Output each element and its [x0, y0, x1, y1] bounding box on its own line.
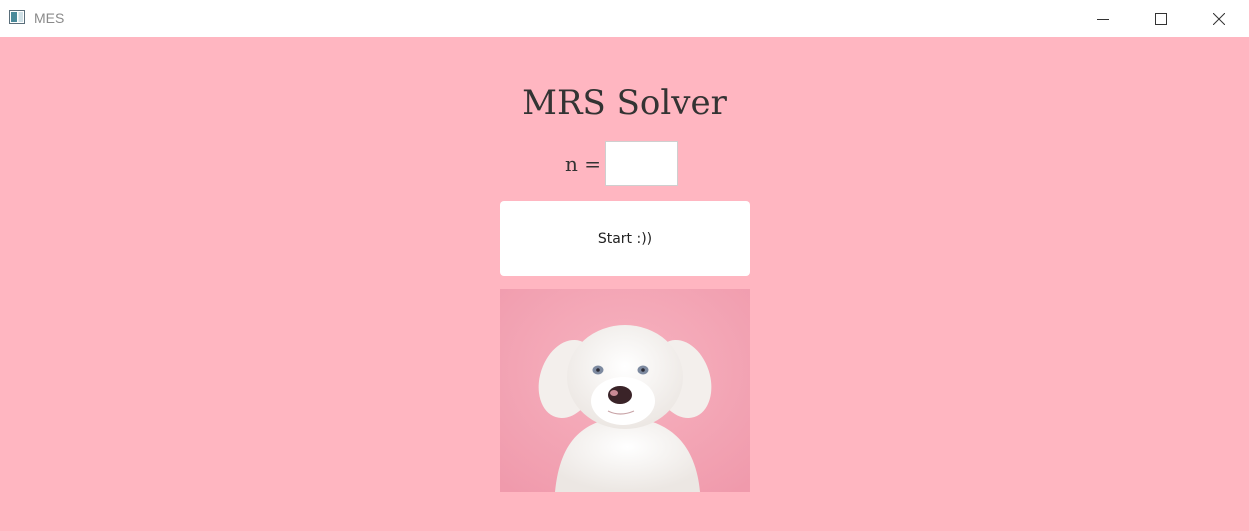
- n-label: n =: [565, 152, 601, 176]
- app-icon: [9, 10, 25, 24]
- n-input[interactable]: [605, 141, 678, 186]
- window-title: MES: [34, 10, 65, 26]
- minimize-button[interactable]: [1074, 0, 1132, 37]
- page-title: MRS Solver: [522, 83, 727, 123]
- minimize-icon: [1097, 18, 1109, 20]
- title-bar[interactable]: MES: [0, 0, 1249, 37]
- puppy-illustration: [500, 289, 750, 492]
- puppy-image: [500, 289, 750, 492]
- close-icon: [1213, 12, 1225, 25]
- app-window: MES MRS Solver n = Start :)): [0, 0, 1249, 531]
- maximize-icon: [1155, 12, 1167, 25]
- start-button[interactable]: Start :)): [500, 201, 750, 276]
- maximize-button[interactable]: [1132, 0, 1190, 37]
- close-button[interactable]: [1190, 0, 1248, 37]
